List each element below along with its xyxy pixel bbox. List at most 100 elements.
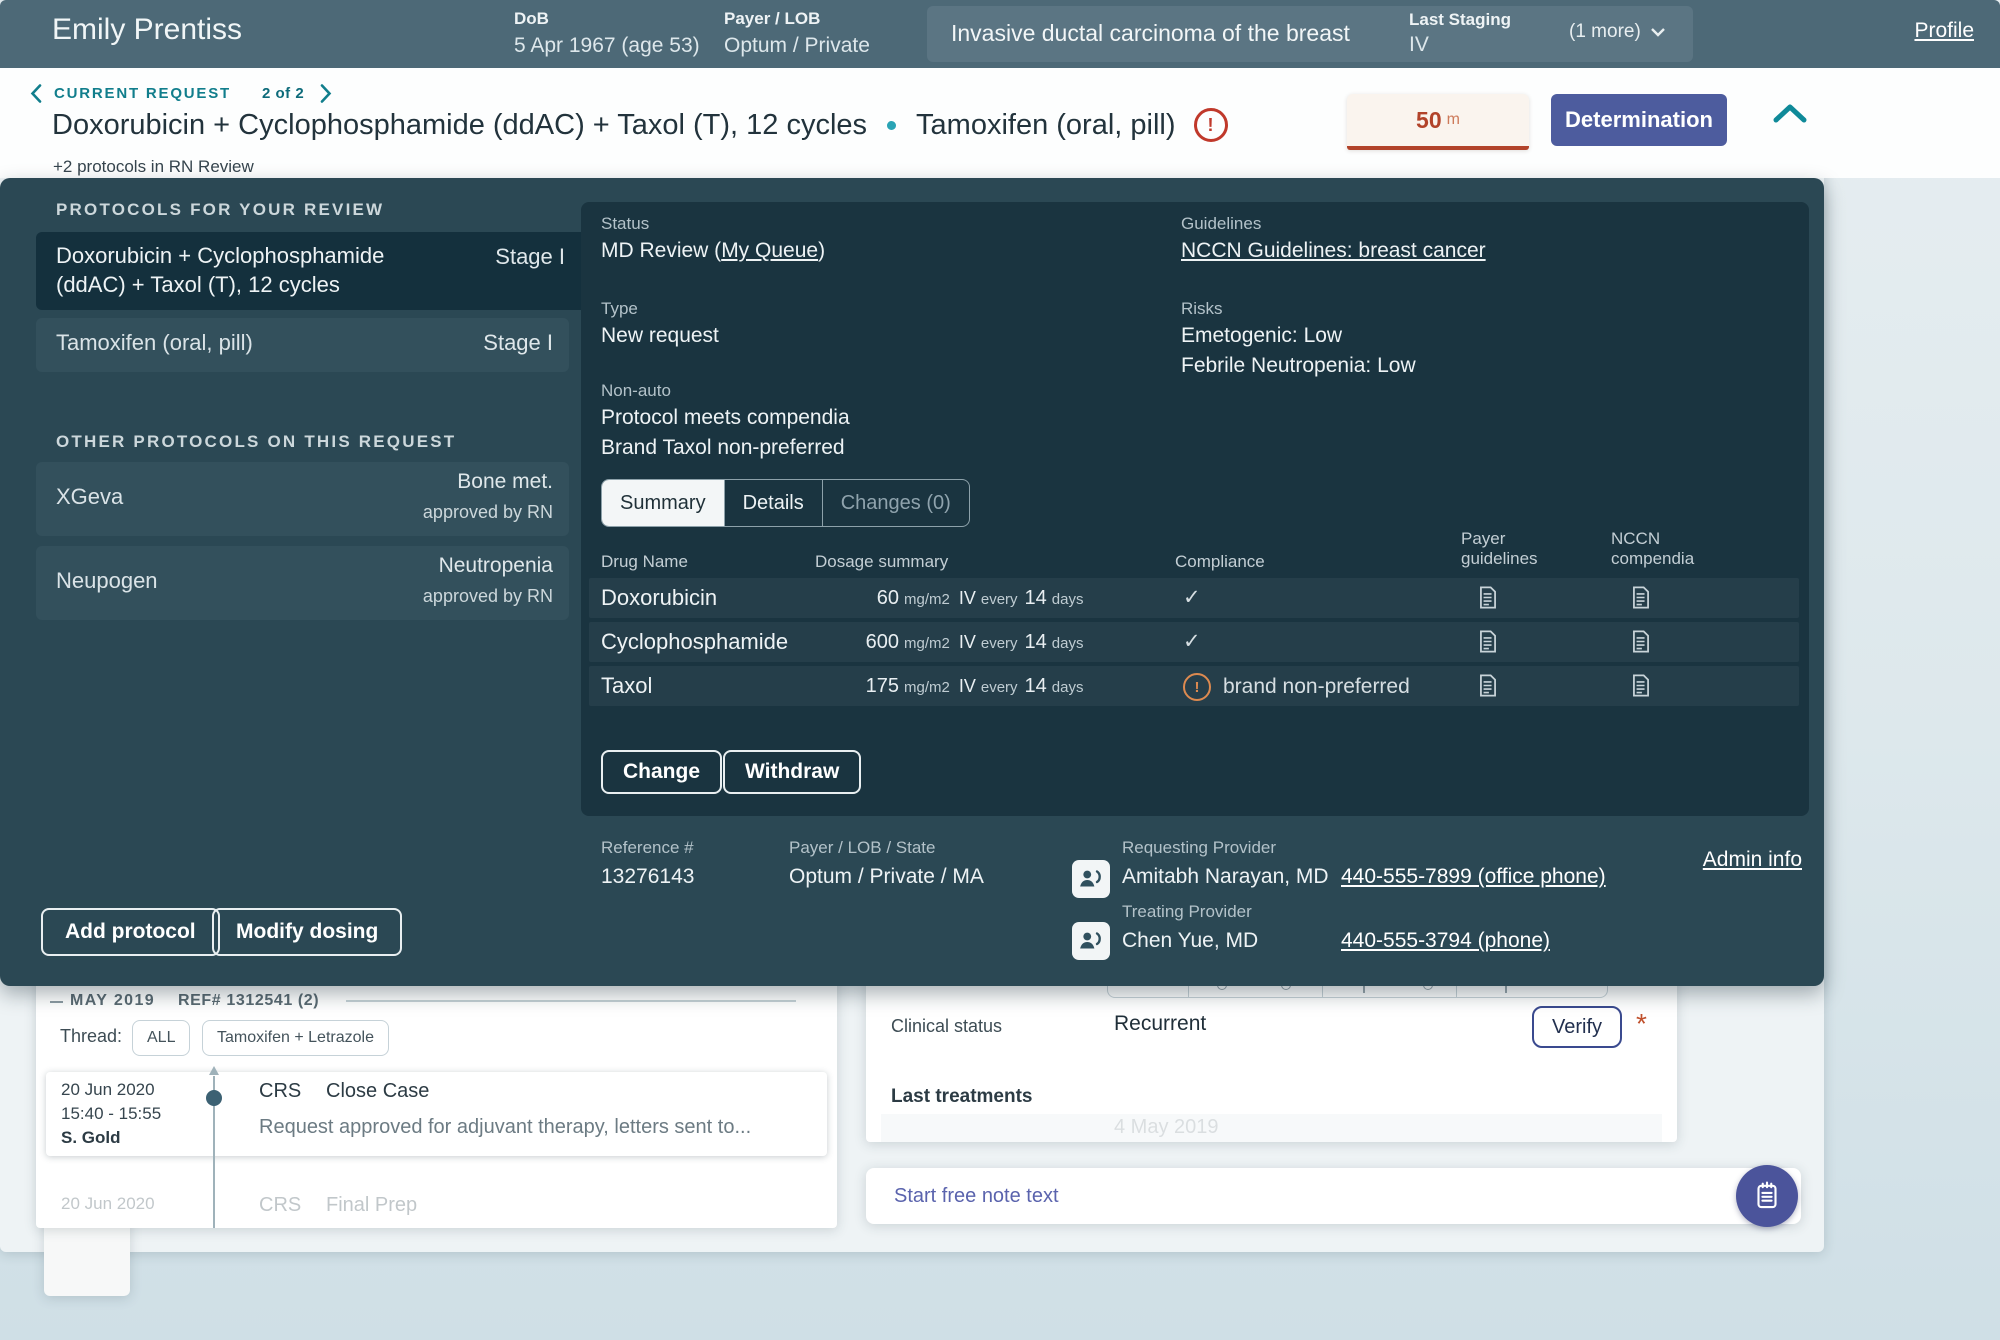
protocol-name: Doxorubicin + Cyclophosphamide (ddAC) + … — [56, 241, 384, 299]
staging-value: IV — [1409, 33, 1429, 57]
payer-guideline-doc-icon[interactable] — [1479, 674, 1497, 700]
protocol-item-xgeva[interactable]: XGeva Bone met. approved by RN — [36, 462, 569, 536]
admin-info-link[interactable]: Admin info — [1703, 848, 1802, 872]
determination-button[interactable]: Determination — [1551, 94, 1727, 146]
free-note-input[interactable] — [866, 1168, 1801, 1224]
modify-dosing-button[interactable]: Modify dosing — [212, 908, 402, 956]
history-header-dash — [50, 1001, 63, 1003]
verify-button[interactable]: Verify — [1532, 1006, 1622, 1048]
column-payer-guidelines: Payerguidelines — [1461, 529, 1538, 569]
compliance-check: ✓ — [1183, 585, 1201, 610]
diagnosis-chip: Invasive ductal carcinoma of the breast … — [927, 6, 1693, 62]
app-root: Emily Prentiss DoB 5 Apr 1967 (age 53) P… — [0, 0, 2000, 1340]
payer-lob-state-value: Optum / Private / MA — [789, 865, 984, 889]
entry-description: Request approved for adjuvant therapy, l… — [259, 1116, 751, 1139]
review-timer: 50 m — [1347, 94, 1529, 150]
staging-label: Last Staging — [1409, 10, 1511, 30]
clinical-status-value: Recurrent — [1114, 1012, 1206, 1036]
entry-author: S. Gold — [61, 1128, 121, 1148]
history-header-line — [346, 1000, 796, 1002]
withdraw-button[interactable]: Withdraw — [723, 750, 861, 794]
column-dosage: Dosage summary — [815, 552, 948, 572]
nonauto-reason-1: Protocol meets compendia — [601, 406, 850, 430]
protocol-item-tamoxifen[interactable]: Tamoxifen (oral, pill) Stage I — [36, 318, 569, 372]
collapse-panel-button[interactable] — [1772, 102, 1808, 127]
more-diagnoses-label: (1 more) — [1569, 21, 1641, 43]
payer-lob-value: Optum / Private — [724, 34, 870, 58]
faded-treatment-date: 4 May 2019 — [1114, 1116, 1219, 1139]
entry2-code: CRS — [259, 1194, 301, 1217]
tab-summary[interactable]: Summary — [602, 480, 724, 526]
more-diagnoses-dropdown[interactable]: (1 more) — [1569, 21, 1665, 43]
request-title: Doxorubicin + Cyclophosphamide (ddAC) + … — [52, 109, 867, 142]
drug-name: Taxol — [601, 673, 652, 699]
warning-icon: ! — [1183, 673, 1211, 701]
patient-header: Emily Prentiss DoB 5 Apr 1967 (age 53) P… — [0, 0, 1824, 68]
entry2-title: Final Prep — [326, 1194, 417, 1217]
requesting-provider-label: Requesting Provider — [1122, 838, 1276, 858]
nonauto-label: Non-auto — [601, 381, 671, 401]
request-title-secondary: Tamoxifen (oral, pill) — [916, 109, 1175, 142]
timeline-arrow-icon — [209, 1066, 219, 1075]
guidelines-link[interactable]: NCCN Guidelines: breast cancer — [1181, 239, 1486, 263]
protocol-stage: Stage I — [483, 330, 553, 356]
history-entry[interactable] — [46, 1072, 827, 1156]
protocol-status: approved by RN — [423, 586, 553, 607]
risks-label: Risks — [1181, 299, 1223, 319]
thread-filter-protocol[interactable]: Tamoxifen + Letrazole — [202, 1020, 389, 1056]
drug-row-doxorubicin: Doxorubicin 60mg/m2IVevery14days ✓ — [589, 578, 1799, 618]
dosage-summary: 60mg/m2IVevery14days — [811, 587, 1083, 610]
requesting-provider-phone-link[interactable]: 440-555-7899 (office phone) — [1341, 865, 1606, 889]
entry-date: 20 Jun 2020 — [61, 1080, 155, 1100]
tab-changes[interactable]: Changes (0) — [822, 480, 969, 526]
drug-row-taxol: Taxol 175mg/m2IVevery14days !brand non-p… — [589, 666, 1799, 706]
payer-guideline-doc-icon[interactable] — [1479, 586, 1497, 612]
nccn-compendia-doc-icon[interactable] — [1632, 586, 1650, 612]
payer-lob-label: Payer / LOB — [724, 9, 820, 29]
history-month: MAY 2019 — [70, 992, 155, 1010]
treating-provider-phone-link[interactable]: 440-555-3794 (phone) — [1341, 929, 1550, 953]
chevron-down-icon — [1651, 28, 1665, 37]
protocol-indication: Bone met. — [457, 470, 553, 494]
column-nccn-compendia: NCCNcompendia — [1611, 529, 1694, 569]
note-clipboard-icon — [1750, 1178, 1784, 1215]
note-templates-button[interactable] — [1736, 1165, 1798, 1227]
change-button[interactable]: Change — [601, 750, 722, 794]
drug-row-cyclophosphamide: Cyclophosphamide 600mg/m2IVevery14days ✓ — [589, 622, 1799, 662]
payer-lob-state-label: Payer / LOB / State — [789, 838, 935, 858]
payer-guideline-doc-icon[interactable] — [1479, 630, 1497, 656]
nccn-compendia-doc-icon[interactable] — [1632, 630, 1650, 656]
thread-chip-all-label: ALL — [132, 1020, 190, 1056]
timer-unit: m — [1447, 111, 1460, 129]
protocol-name: Neupogen — [56, 568, 158, 594]
risk-emetogenic: Emetogenic: Low — [1181, 324, 1342, 348]
last-treatments-label: Last treatments — [891, 1086, 1033, 1108]
request-subtitle: +2 protocols in RN Review — [53, 157, 254, 177]
diagnosis-text: Invasive ductal carcinoma of the breast — [951, 20, 1350, 47]
requesting-provider-name: Amitabh Narayan, MD — [1122, 865, 1329, 889]
tab-details[interactable]: Details — [724, 480, 822, 526]
reference-label: Reference # — [601, 838, 694, 858]
protocol-item-selected[interactable]: Doxorubicin + Cyclophosphamide (ddAC) + … — [36, 232, 581, 310]
protocol-name: XGeva — [56, 484, 123, 510]
alert-icon[interactable]: ! — [1194, 108, 1228, 142]
protocol-detail-panel: Status MD Review (My Queue) Type New req… — [581, 202, 1809, 816]
protocol-item-neupogen[interactable]: Neupogen Neutropenia approved by RN — [36, 546, 569, 620]
prev-request-button[interactable] — [30, 84, 42, 106]
entry-title: Close Case — [326, 1080, 429, 1103]
clinical-status-label: Clinical status — [891, 1016, 1002, 1037]
other-protocols-header: OTHER PROTOCOLS ON THIS REQUEST — [56, 432, 456, 452]
nccn-compendia-doc-icon[interactable] — [1632, 674, 1650, 700]
risk-febrile: Febrile Neutropenia: Low — [1181, 354, 1416, 378]
drug-name: Doxorubicin — [601, 585, 717, 611]
my-queue-link[interactable]: My Queue — [721, 239, 818, 262]
nonauto-reason-2: Brand Taxol non-preferred — [601, 436, 845, 460]
requesting-provider-contact-icon — [1072, 860, 1110, 898]
dob-value: 5 Apr 1967 (age 53) — [514, 34, 700, 58]
main-panel: Emily Prentiss DoB 5 Apr 1967 (age 53) P… — [0, 0, 1824, 1252]
dosage-summary: 600mg/m2IVevery14days — [811, 631, 1083, 654]
add-protocol-button[interactable]: Add protocol — [41, 908, 220, 956]
next-request-button[interactable] — [320, 84, 332, 106]
thread-filter-all[interactable]: ALL — [132, 1020, 190, 1056]
thread-label: Thread: — [60, 1026, 122, 1047]
